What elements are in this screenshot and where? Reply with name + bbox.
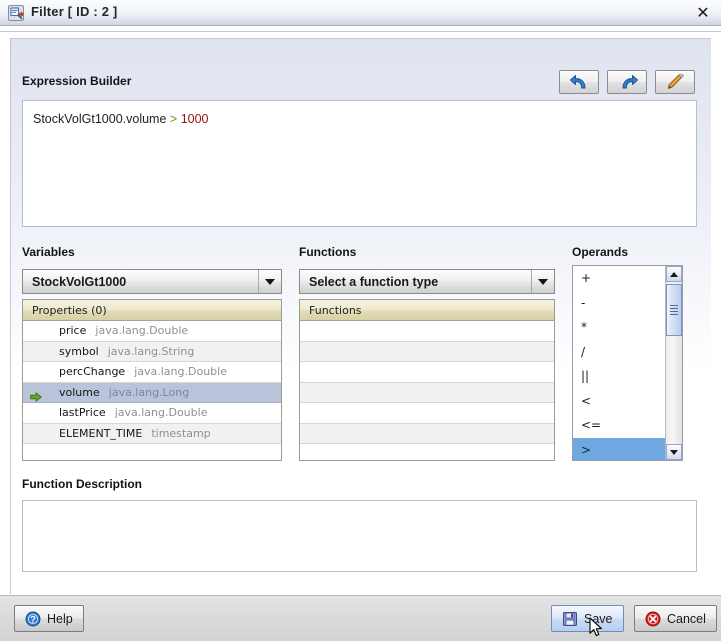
operands-list[interactable]: + - * / || < <= > — [572, 265, 683, 461]
scrollbar-thumb[interactable] — [666, 284, 682, 336]
table-row[interactable] — [300, 444, 554, 460]
functions-dropdown-value: Select a function type — [309, 274, 439, 289]
list-item[interactable]: * — [573, 315, 665, 340]
functions-table-header: Functions — [300, 300, 554, 321]
triangle-down-icon[interactable] — [666, 444, 682, 460]
operand-symbol: * — [581, 320, 587, 335]
table-row[interactable]: price java.lang.Double — [23, 321, 281, 342]
undo-icon — [570, 75, 586, 89]
chevron-down-icon[interactable] — [258, 270, 281, 293]
variables-dropdown-value: StockVolGt1000 — [32, 274, 127, 289]
table-row[interactable] — [300, 403, 554, 424]
operand-symbol: <= — [581, 418, 602, 433]
functions-label: Functions — [299, 245, 357, 259]
list-item[interactable]: - — [573, 291, 665, 316]
list-item[interactable]: <= — [573, 413, 665, 438]
expression-identifier: StockVolGt1000.volume — [33, 112, 170, 126]
functions-dropdown[interactable]: Select a function type — [299, 269, 555, 294]
property-type: java.lang.Double — [95, 324, 189, 338]
property-type: timestamp — [151, 426, 211, 440]
property-name: lastPrice — [59, 406, 106, 420]
table-row[interactable]: symbol java.lang.String — [23, 341, 281, 362]
variables-dropdown[interactable]: StockVolGt1000 — [22, 269, 282, 294]
property-name: ELEMENT_TIME — [59, 426, 143, 440]
table-row[interactable] — [300, 382, 554, 403]
table-row[interactable] — [23, 444, 281, 460]
list-item[interactable]: + — [573, 266, 665, 291]
table-row[interactable] — [300, 341, 554, 362]
operand-symbol: / — [581, 344, 586, 359]
list-item[interactable]: || — [573, 364, 665, 389]
save-button[interactable]: Save — [551, 605, 624, 632]
title-divider — [0, 26, 721, 32]
properties-table[interactable]: Properties (0) price java.lang.Double sy… — [22, 299, 282, 461]
chevron-down-icon[interactable] — [531, 270, 554, 293]
cancel-button[interactable]: Cancel — [634, 605, 717, 632]
floppy-disk-icon — [562, 611, 578, 627]
function-description-input[interactable] — [22, 500, 697, 572]
list-item[interactable]: / — [573, 340, 665, 365]
table-row[interactable] — [300, 362, 554, 383]
redo-icon — [622, 75, 638, 89]
cancel-circle-icon — [645, 611, 661, 627]
table-row[interactable]: percChange java.lang.Double — [23, 362, 281, 383]
expression-builder-label: Expression Builder — [22, 74, 132, 88]
operand-symbol: < — [581, 393, 592, 408]
property-name: percChange — [59, 365, 126, 379]
clear-button[interactable] — [655, 70, 695, 94]
operands-items: + - * / || < <= > — [573, 266, 665, 460]
operands-label: Operands — [572, 245, 629, 259]
variables-label: Variables — [22, 245, 75, 259]
table-row[interactable] — [300, 423, 554, 444]
help-button-label: Help — [47, 611, 73, 626]
current-row-arrow-icon — [30, 387, 42, 402]
footer-bar: ? Help Save Cancel — [0, 595, 721, 641]
property-type: java.lang.String — [107, 344, 195, 358]
function-description-label: Function Description — [22, 477, 142, 491]
table-row[interactable] — [300, 321, 554, 342]
property-type: java.lang.Double — [134, 365, 227, 379]
function-description-text — [23, 501, 696, 513]
question-circle-icon: ? — [25, 611, 41, 627]
table-row[interactable]: lastPrice java.lang.Double — [23, 403, 281, 424]
expression-number: 1000 — [180, 112, 209, 126]
property-type: java.lang.Double — [114, 406, 208, 420]
close-icon[interactable]: ✕ — [694, 4, 712, 22]
redo-button[interactable] — [607, 70, 647, 94]
expression-input[interactable]: StockVolGt1000.volume > 1000 — [22, 100, 697, 227]
operand-symbol: > — [581, 442, 592, 457]
operands-scrollbar[interactable] — [665, 266, 682, 460]
triangle-up-icon[interactable] — [666, 266, 682, 282]
properties-table-header: Properties (0) — [23, 300, 281, 321]
svg-text:?: ? — [30, 614, 36, 625]
property-type: java.lang.Long — [108, 385, 190, 399]
filter-dialog: Filter [ ID : 2 ] ✕ Expression Builder S… — [0, 0, 721, 641]
undo-button[interactable] — [559, 70, 599, 94]
list-item[interactable]: < — [573, 389, 665, 414]
property-name: symbol — [59, 344, 99, 358]
operand-symbol: + — [581, 271, 592, 286]
eraser-icon — [668, 74, 685, 89]
help-button[interactable]: ? Help — [14, 605, 84, 632]
title-bar: Filter [ ID : 2 ] ✕ — [0, 0, 721, 26]
save-button-label: Save — [584, 611, 613, 626]
operand-symbol: - — [581, 295, 586, 310]
scrollbar-grip — [670, 303, 678, 317]
table-row-selected[interactable]: volume java.lang.Long — [23, 382, 281, 403]
list-item-selected[interactable]: > — [573, 437, 665, 460]
filter-icon — [7, 4, 25, 22]
cancel-button-label: Cancel — [667, 611, 706, 626]
property-name: price — [59, 324, 87, 338]
property-name: volume — [59, 385, 100, 399]
operand-symbol: || — [581, 369, 590, 384]
table-row[interactable]: ELEMENT_TIME timestamp — [23, 423, 281, 444]
window-title: Filter [ ID : 2 ] — [31, 4, 118, 19]
functions-table[interactable]: Functions — [299, 299, 555, 461]
expression-text: StockVolGt1000.volume > 1000 — [33, 111, 688, 127]
